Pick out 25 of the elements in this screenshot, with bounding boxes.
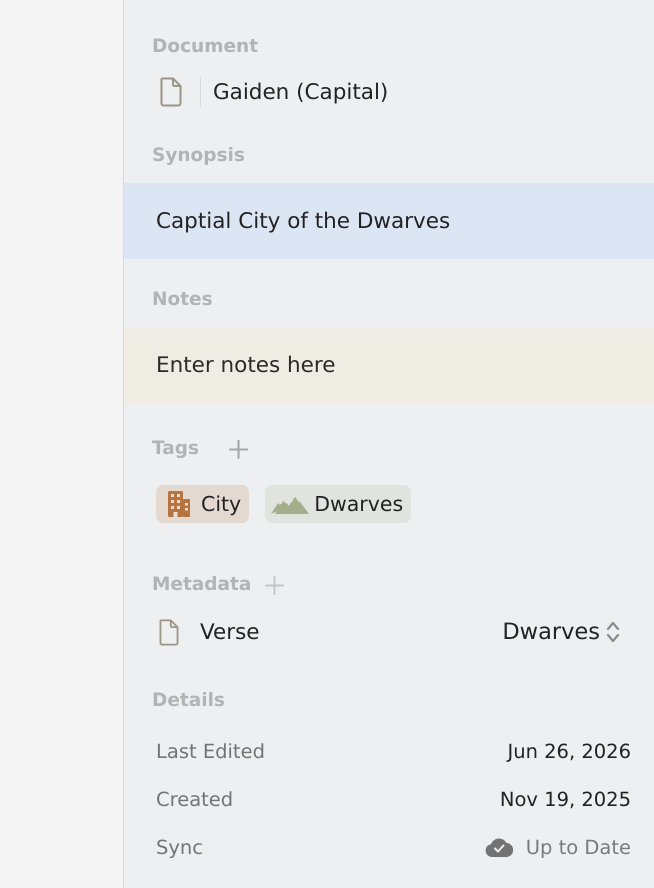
section-label: Synopsis (152, 144, 245, 168)
tag-chip[interactable]: Dwarves (265, 485, 412, 523)
detail-label: Sync (156, 836, 203, 858)
detail-label: Created (156, 788, 234, 810)
document-icon (159, 77, 183, 107)
plus-icon[interactable] (265, 576, 284, 594)
detail-value: Jun 26, 2026 (507, 740, 631, 762)
notes-field[interactable]: Enter notes here (124, 327, 654, 403)
section-label: Notes (152, 288, 213, 312)
section-label: Document (152, 35, 258, 59)
tag-chip[interactable]: City (156, 485, 250, 523)
section-label: Metadata (152, 573, 252, 597)
plus-icon[interactable] (228, 440, 248, 458)
cloud-check-icon (484, 837, 513, 857)
metadata-name: Verse (200, 620, 260, 644)
up-down-chevron-icon (606, 621, 620, 643)
detail-label: Last Edited (156, 740, 265, 762)
metadata-popup-button[interactable]: Dwarves (502, 619, 620, 645)
detail-value: Nov 19, 2025 (500, 788, 631, 810)
synopsis-field[interactable]: Captial City of the Dwarves (124, 183, 654, 259)
section-label: Tags (152, 437, 199, 461)
document-icon (158, 618, 180, 646)
document-title: Gaiden (Capital) (213, 80, 388, 104)
sync-status: Up to Date (526, 836, 631, 858)
section-label: Details (152, 689, 225, 713)
